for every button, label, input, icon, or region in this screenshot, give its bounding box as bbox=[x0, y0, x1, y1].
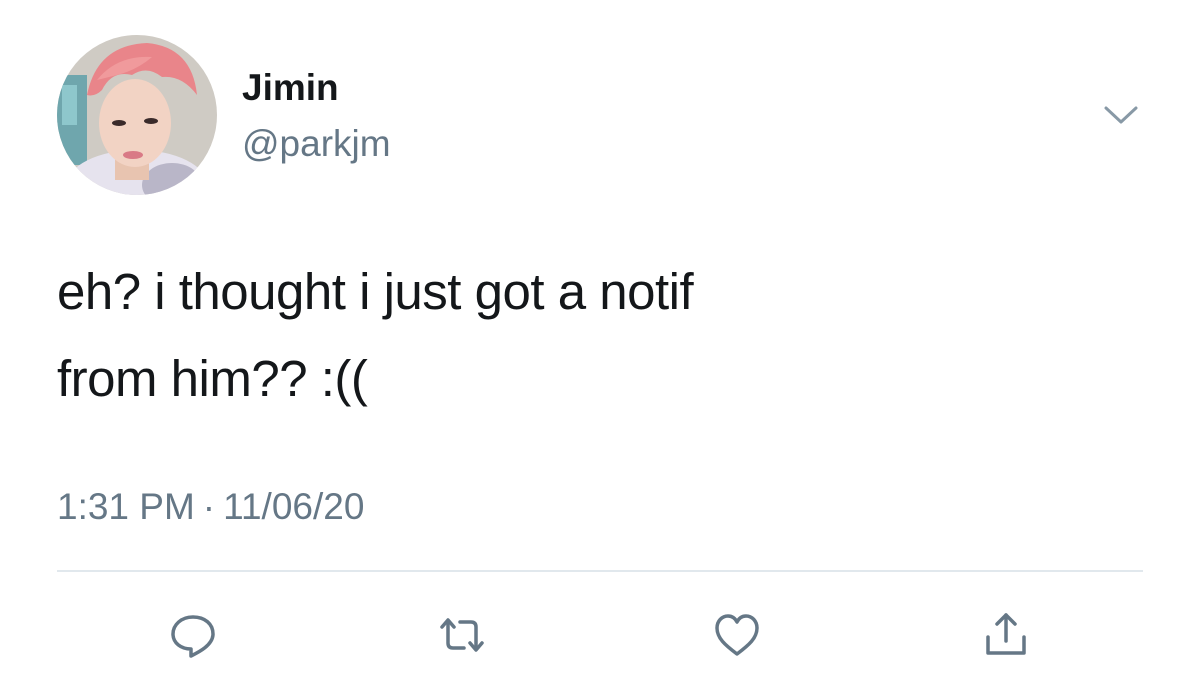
tweet-time: 1:31 PM bbox=[57, 486, 195, 527]
author-handle[interactable]: @parkjm bbox=[242, 122, 391, 166]
avatar-image bbox=[57, 35, 217, 195]
author-name[interactable]: Jimin bbox=[242, 66, 339, 110]
retweet-icon bbox=[440, 618, 484, 652]
reply-button[interactable] bbox=[158, 600, 228, 670]
share-icon bbox=[986, 613, 1026, 655]
tweet-text-line: eh? i thought i just got a notif bbox=[57, 263, 694, 320]
divider bbox=[57, 570, 1143, 572]
tweet-text: eh? i thought i just got a notif from hi… bbox=[57, 248, 1137, 422]
action-bar bbox=[0, 600, 1200, 670]
tweet-card: Jimin @parkjm eh? i thought i just got a… bbox=[0, 0, 1200, 699]
avatar[interactable] bbox=[57, 35, 217, 195]
tweet-date: 11/06/20 bbox=[223, 486, 365, 527]
reply-bubble-icon bbox=[171, 615, 215, 658]
like-button[interactable] bbox=[702, 600, 772, 670]
tweet-timestamp[interactable]: 1:31 PM · 11/06/20 bbox=[57, 485, 364, 529]
retweet-button[interactable] bbox=[427, 600, 497, 670]
heart-icon bbox=[715, 614, 759, 656]
chevron-down-icon[interactable] bbox=[1100, 100, 1142, 130]
meta-separator: · bbox=[202, 486, 216, 527]
tweet-text-line: from him?? :(( bbox=[57, 350, 368, 407]
share-button[interactable] bbox=[971, 600, 1041, 670]
